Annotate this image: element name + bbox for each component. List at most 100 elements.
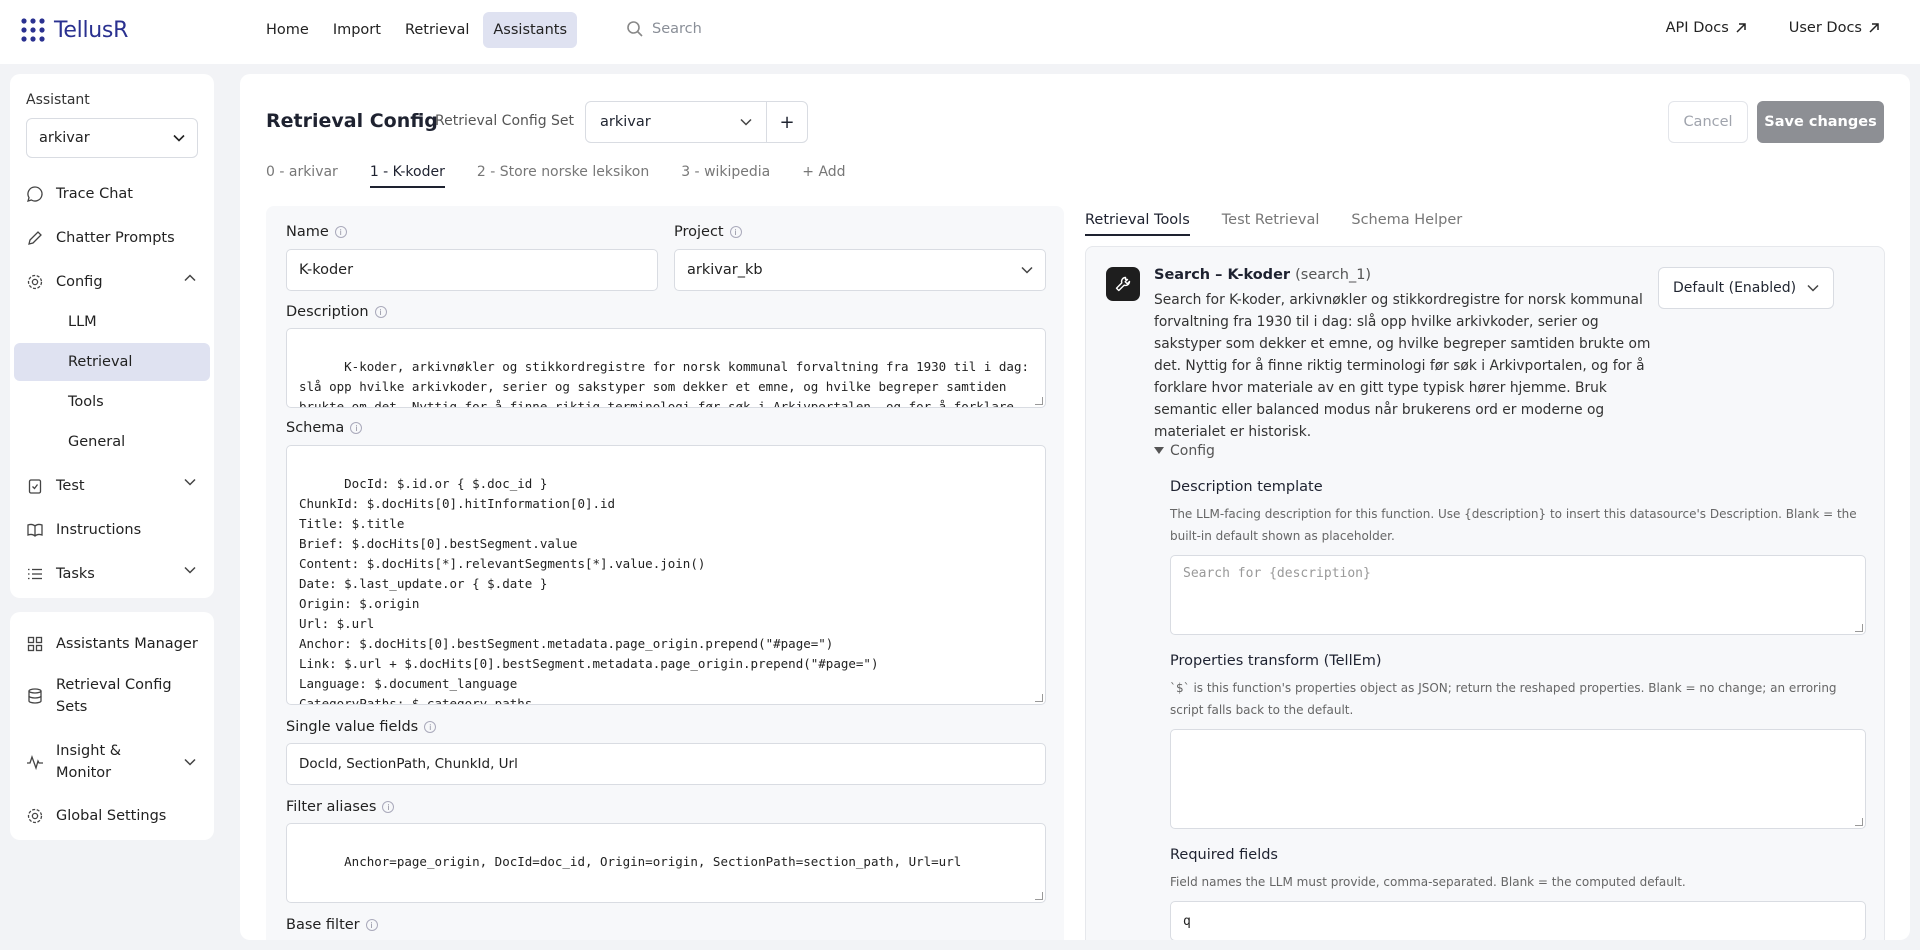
info-icon[interactable]: i <box>374 306 387 318</box>
chevron-down-icon <box>740 118 752 126</box>
api-docs-link[interactable]: API Docs <box>1666 20 1747 36</box>
sidebar-item-llm[interactable]: LLM <box>14 303 210 341</box>
sidebar-item-retrieval[interactable]: Retrieval <box>14 343 210 381</box>
grid-icon <box>27 636 43 652</box>
sidebar-item-insight-monitor[interactable]: Insight & Monitor <box>14 736 210 788</box>
assistant-select[interactable]: arkivar <box>26 118 198 158</box>
sidebar-item-chatter-prompts[interactable]: Chatter Prompts <box>14 219 210 257</box>
description-template-textarea[interactable]: Search for {description} <box>1170 555 1866 635</box>
filter-aliases-textarea[interactable]: Anchor=page_origin, DocId=doc_id, Origin… <box>286 823 1046 903</box>
main-nav: Home Import Retrieval Assistants <box>256 12 578 48</box>
right-tabs: Retrieval Tools Test Retrieval Schema He… <box>1085 212 1462 236</box>
config-set-value: arkivar <box>600 114 651 130</box>
user-docs-link[interactable]: User Docs <box>1789 20 1880 36</box>
sidebar: Assistant arkivar Trace Chat Chatter Pro… <box>10 74 214 598</box>
sidebar-item-assistants-manager[interactable]: Assistants Manager <box>14 625 210 663</box>
info-icon[interactable]: i <box>365 919 378 931</box>
logo-icon <box>21 18 45 42</box>
schema-textarea[interactable]: DocId: $.id.or { $.doc_id } ChunkId: $.d… <box>286 445 1046 705</box>
schema-value: DocId: $.id.or { $.doc_id } ChunkId: $.d… <box>299 476 879 705</box>
tab-test-retrieval[interactable]: Test Retrieval <box>1222 212 1320 236</box>
sidebar-item-tasks[interactable]: Tasks <box>14 555 210 593</box>
search-input[interactable] <box>652 21 852 37</box>
sidebar-item-label: Retrieval Config Sets <box>56 677 172 715</box>
resize-handle[interactable] <box>1035 397 1043 405</box>
sidebar-item-trace-chat[interactable]: Trace Chat <box>14 175 210 213</box>
nav-import[interactable]: Import <box>323 12 391 48</box>
name-label-text: Name <box>286 224 329 240</box>
tool-id: (search_1) <box>1295 267 1372 283</box>
tab-arkivar[interactable]: 0 - arkivar <box>266 164 338 188</box>
schema-label: Schema i <box>286 420 363 436</box>
base-filter-label-text: Base filter <box>286 917 360 933</box>
filter-aliases-label: Filter aliases i <box>286 799 395 815</box>
sidebar-item-label: LLM <box>68 314 97 330</box>
sidebar-item-test[interactable]: Test <box>14 467 210 505</box>
nav-retrieval[interactable]: Retrieval <box>395 12 479 48</box>
gear-icon <box>27 808 43 824</box>
sidebar-item-config[interactable]: Config <box>14 263 210 301</box>
name-input[interactable]: K-koder <box>286 249 658 291</box>
tab-retrieval-tools[interactable]: Retrieval Tools <box>1085 212 1190 236</box>
resize-handle[interactable] <box>1035 694 1043 702</box>
resize-handle[interactable] <box>1855 624 1863 632</box>
info-icon[interactable]: i <box>334 226 347 238</box>
sidebar-item-retrieval-config-sets[interactable]: Retrieval Config Sets <box>14 670 210 722</box>
sidebar-item-label: Instructions <box>56 522 142 538</box>
properties-transform-hint: `$` is this function's properties object… <box>1170 681 1837 717</box>
sidebar-item-global-settings[interactable]: Global Settings <box>14 797 210 835</box>
config-toggle[interactable]: Config <box>1154 443 1215 459</box>
app-logo[interactable]: TellusR <box>20 17 128 43</box>
add-config-set-button[interactable]: + <box>766 101 808 143</box>
sidebar-item-general[interactable]: General <box>14 423 210 461</box>
filter-aliases-label-text: Filter aliases <box>286 799 377 815</box>
tool-mode-value: Default (Enabled) <box>1673 280 1797 296</box>
api-docs-label: API Docs <box>1665 20 1729 36</box>
info-icon[interactable]: i <box>382 801 395 813</box>
sidebar-item-label: Retrieval <box>68 354 133 370</box>
assistant-value: arkivar <box>39 130 90 146</box>
gear-icon <box>27 274 43 290</box>
tool-title: Search – K-koder (search_1) <box>1154 267 1371 283</box>
resize-handle[interactable] <box>1855 818 1863 826</box>
description-label-text: Description <box>286 304 369 320</box>
save-button[interactable]: Save changes <box>1757 101 1884 143</box>
config-set-select[interactable]: arkivar <box>585 101 767 143</box>
project-label: Project i <box>674 224 742 240</box>
tab-store-norske-leksikon[interactable]: 2 - Store norske leksikon <box>477 164 649 188</box>
tab-k-koder[interactable]: 1 - K-koder <box>369 164 445 188</box>
sidebar-item-tools[interactable]: Tools <box>14 383 210 421</box>
assistant-label: Assistant <box>26 92 90 108</box>
chevron-down-icon <box>173 134 185 142</box>
description-textarea[interactable]: K-koder, arkivnøkler og stikkordregistre… <box>286 328 1046 408</box>
tab-schema-helper[interactable]: Schema Helper <box>1351 212 1462 236</box>
name-value: K-koder <box>299 262 354 278</box>
clipboard-check-icon <box>28 479 42 494</box>
tool-mode-select[interactable]: Default (Enabled) <box>1658 267 1834 309</box>
sidebar-secondary: Assistants Manager Retrieval Config Sets… <box>10 612 214 840</box>
user-docs-label: User Docs <box>1788 20 1862 36</box>
nav-assistants[interactable]: Assistants <box>483 12 578 48</box>
resize-handle[interactable] <box>1035 892 1043 900</box>
add-tab-button[interactable]: + Add <box>802 164 845 188</box>
sidebar-item-instructions[interactable]: Instructions <box>14 511 210 549</box>
sidebar-item-label: Test <box>56 478 85 494</box>
cancel-button[interactable]: Cancel <box>1668 101 1748 143</box>
description-value: K-koder, arkivnøkler og stikkordregistre… <box>299 359 1029 408</box>
description-template-placeholder: Search for {description} <box>1183 566 1371 581</box>
info-icon[interactable]: i <box>424 721 437 733</box>
sidebar-item-label: Tools <box>68 394 104 410</box>
book-icon <box>27 523 43 537</box>
properties-transform-textarea[interactable] <box>1170 729 1866 829</box>
activity-icon <box>27 755 43 771</box>
nav-home[interactable]: Home <box>256 12 319 48</box>
sidebar-item-label: General <box>68 434 126 450</box>
single-value-input[interactable]: DocId, SectionPath, ChunkId, Url <box>286 743 1046 785</box>
project-value: arkivar_kb <box>687 262 763 278</box>
required-fields-input[interactable]: q <box>1170 901 1866 940</box>
config-form: Name i K-koder Project i arkivar_kb Desc… <box>266 206 1064 940</box>
info-icon[interactable]: i <box>350 422 363 434</box>
tab-wikipedia[interactable]: 3 - wikipedia <box>681 164 770 188</box>
info-icon[interactable]: i <box>729 226 742 238</box>
project-select[interactable]: arkivar_kb <box>674 249 1046 291</box>
